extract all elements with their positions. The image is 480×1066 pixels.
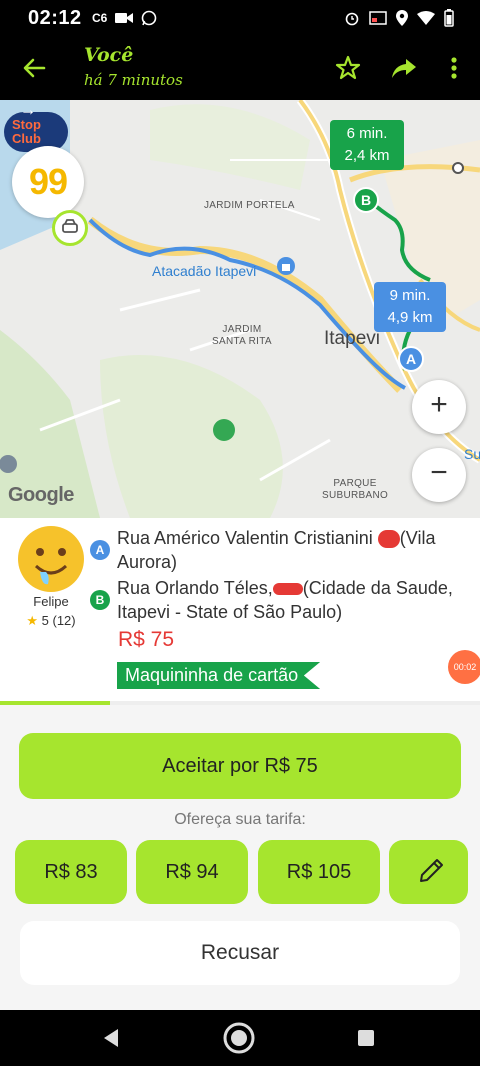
offer-fare-label: Ofereça sua tarifa: [174,811,306,828]
payment-method-tag: Maquininha de cartão [117,662,321,689]
map-label-edge: Su [464,446,480,462]
driver-avatar [18,526,84,592]
map-label-jardim-portela: JARDIM PORTELA [204,200,295,211]
wifi-icon [417,11,435,25]
edit-fare-button[interactable] [389,840,468,904]
driver-rating: ★ 5 (12) [8,613,94,629]
whatsapp-icon [142,10,157,26]
timer-bubble: 00:02 [448,650,480,684]
map-label-parque-suburbano: PARQUE SUBURBANO [322,478,389,501]
ride-price: R$ 75 [118,628,175,651]
pencil-icon [420,859,443,882]
pickup-marker-icon: A [90,540,110,560]
status-bar: 02:12 C6 [0,0,480,36]
nav-home-icon[interactable] [222,1021,256,1055]
fare-option-button[interactable]: R$ 94 [136,840,248,904]
zoom-out-button[interactable]: − [412,448,466,502]
dropoff-street: Rua Orlando Téles, [117,578,273,598]
c6-notification-icon: C6 [92,11,108,25]
google-logo: Google [8,484,74,506]
location-icon [396,10,408,26]
video-camera-icon [115,13,134,23]
99-app-badge[interactable]: 99 [12,146,84,218]
route-b-distance: 2,4 km [344,147,390,164]
header-subtitle: há 7 minutos [84,71,183,89]
star-rating-icon: ★ [26,613,39,628]
ride-details-panel: Felipe ★ 5 (12) A Rua Américo Valentin C… [0,518,480,705]
redaction-mark [377,530,400,549]
accept-button[interactable]: Aceitar por R$ 75 [19,733,461,799]
fare-option-button[interactable]: R$ 83 [15,840,127,904]
actions-panel: Aceitar por R$ 75 Ofereça sua tarifa: R$… [0,705,480,1010]
rating-value: 5 (12) [41,613,76,628]
route-b-bubble: 6 min. 2,4 km [330,120,404,170]
route-a-distance: 4,9 km [387,309,433,326]
pickup-a-pin: A [398,346,424,372]
driver-name: Felipe [33,594,69,609]
app-header: Você há 7 minutos [0,36,480,100]
car-location-icon [52,210,88,246]
route-a-bubble: 9 min. 4,9 km [374,282,446,332]
dropoff-address: Rua Orlando Téles, (Cidade da Saude, Itap… [117,576,473,624]
battery-icon [444,9,454,27]
pickup-address: Rua Américo Valentin Cristianini (Vila A… [117,526,473,574]
promo-badge-text: Stop Club [12,117,41,146]
star-icon[interactable] [334,54,362,82]
map-label-itapevi: Itapevi [324,328,380,349]
nav-recents-icon[interactable] [357,1029,375,1047]
back-arrow-icon[interactable] [20,54,48,82]
destination-b-pin: B [353,187,379,213]
shopping-bag-icon [277,257,295,275]
nav-back-icon[interactable] [100,1027,122,1049]
cast-icon [369,11,387,25]
stop-club-badge[interactable]: → Stop Club [4,103,68,152]
map-label-atacadao: Atacadão Itapevi [152,263,257,279]
route-map[interactable]: → Stop Club 99 JARDIM PORTELA Atacadão It… [0,100,480,518]
system-nav-bar [0,1010,480,1066]
status-time: 02:12 [28,7,82,29]
share-arrow-icon[interactable] [390,54,418,82]
zoom-in-button[interactable]: + [412,380,466,434]
fare-option-button[interactable]: R$ 105 [258,840,380,904]
decline-button[interactable]: Recusar [20,921,460,985]
route-b-time: 6 min. [346,125,388,142]
route-a-time: 9 min. [389,287,431,304]
close-promo-icon[interactable]: → [20,103,36,119]
alarm-icon [345,12,359,26]
map-label-jardim-santa-rita: JARDIM SANTA RITA [212,324,272,347]
dropoff-marker-icon: B [90,590,110,610]
more-vert-icon[interactable] [440,54,468,82]
redaction-mark [272,583,303,596]
pickup-street: Rua Américo Valentin Cristianini [117,528,373,548]
header-title: Você [84,44,134,66]
